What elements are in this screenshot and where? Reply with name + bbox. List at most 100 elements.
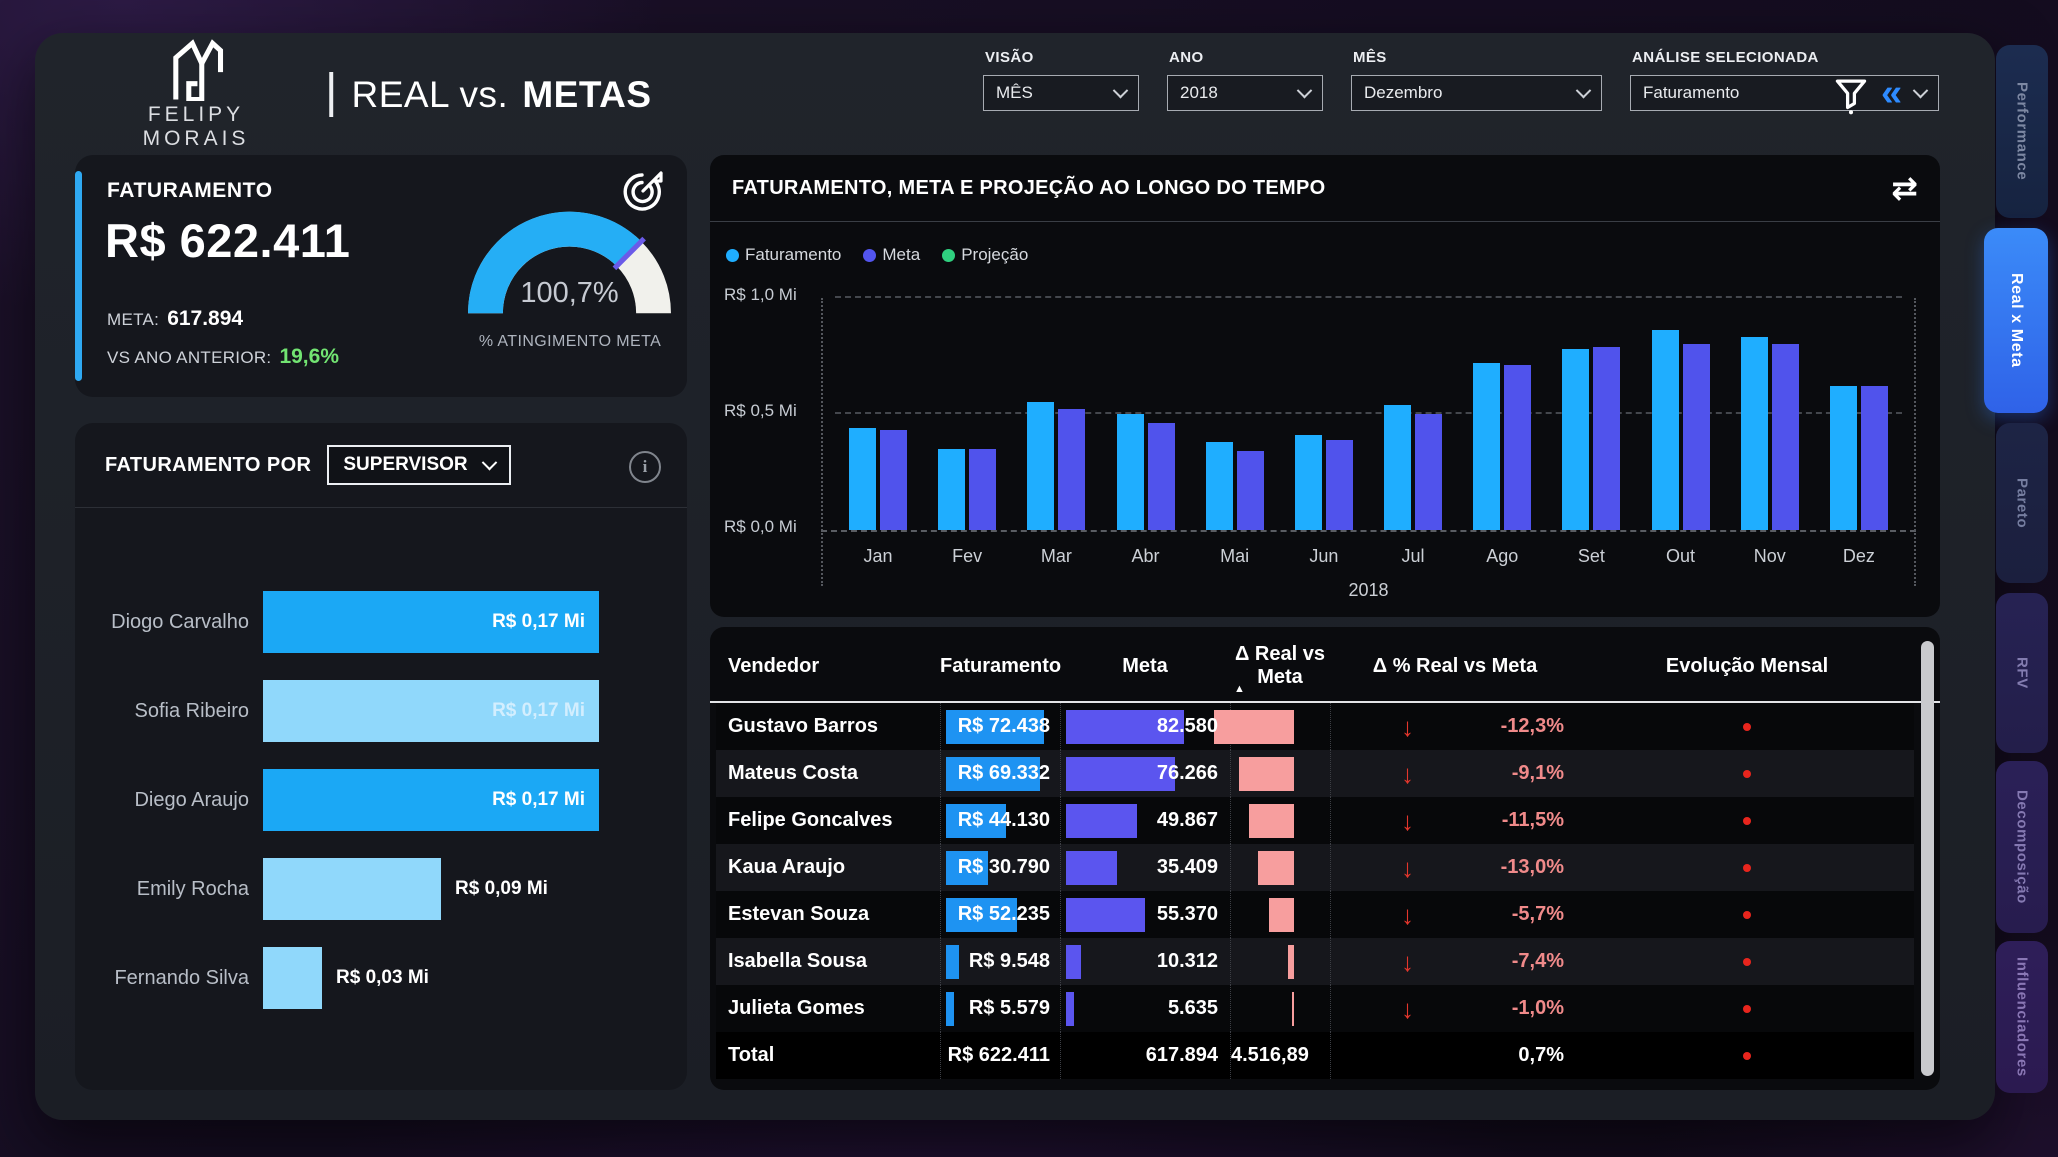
sidebar-tab-pareto[interactable]: Pareto (1996, 423, 2048, 583)
faturamento-cell: R$ 69.332 (940, 750, 1060, 797)
tab-label: Decomposição (2014, 790, 2031, 904)
supervisor-bar-zone: R$ 0,09 Mi (263, 858, 673, 920)
faturamento-bar (1027, 402, 1054, 530)
table-row-mateus-costa: Mateus CostaR$ 69.33276.266↓-9,1% (716, 750, 1914, 797)
sidebar-tab-influenciadores[interactable]: Influenciadores (1996, 941, 2048, 1093)
month-label: Set (1560, 546, 1622, 567)
filter-ano-dropdown[interactable]: 2018 (1167, 75, 1323, 111)
faturamento-cell: R$ 5.579 (940, 985, 1060, 1032)
supervisor-panel: FATURAMENTO POR SUPERVISOR i Diogo Carva… (75, 423, 687, 1090)
delta-cell (1230, 797, 1330, 844)
meta-cell: 49.867 (1060, 797, 1230, 844)
legend-item-meta[interactable]: Meta (863, 245, 920, 265)
filter-mes: MÊS Dezembro (1351, 49, 1602, 111)
meta-value: 5.635 (1061, 985, 1230, 1032)
supervisor-bars: Diogo CarvalhoR$ 0,17 MiSofia RibeiroR$ … (75, 591, 673, 1036)
delta-cell-bar (1258, 851, 1294, 885)
gridline-base (821, 530, 1916, 532)
month-label: Jun (1293, 546, 1355, 567)
evolution-dot-icon (1743, 770, 1751, 778)
table-scrollbar[interactable] (1921, 641, 1934, 1076)
y-axis-tick: R$ 1,0 Mi (724, 285, 797, 305)
meta-bar (1593, 347, 1620, 530)
info-icon[interactable]: i (629, 451, 661, 483)
header-delta-pct[interactable]: Δ % Real vs Meta (1330, 655, 1580, 678)
meta-cell: 10.312 (1060, 938, 1230, 985)
sidebar-tab-real-x-meta[interactable]: Real x Meta (1984, 228, 2048, 413)
filter-visao-dropdown[interactable]: MÊS (983, 75, 1139, 111)
meta-bar (1415, 414, 1442, 530)
chevron-down-icon (1913, 82, 1929, 98)
delta-pct-cell: ↓-5,7% (1330, 891, 1580, 938)
supervisor-bar-zone: R$ 0,17 Mi (263, 591, 673, 653)
legend-label: Meta (882, 245, 920, 265)
sidebar-tab-performance[interactable]: Performance (1996, 45, 2048, 218)
meta-cell: 76.266 (1060, 750, 1230, 797)
supervisor-title: FATURAMENTO POR (105, 454, 311, 477)
filter-analise-value: Faturamento (1643, 83, 1739, 103)
meta-bar (969, 449, 996, 530)
filter-mes-value: Dezembro (1364, 83, 1442, 103)
filter-visao-label: VISÃO (985, 49, 1139, 66)
header-faturamento[interactable]: Faturamento (940, 655, 1060, 678)
delta-cell (1230, 703, 1330, 750)
table-row-kaua-araujo: Kaua AraujoR$ 30.79035.409↓-13,0% (716, 844, 1914, 891)
supervisor-label: Emily Rocha (75, 878, 263, 901)
meta-value: 82.580 (1061, 703, 1230, 750)
sidebar-tab-decomposi-o[interactable]: Decomposição (1996, 761, 2048, 933)
filter-mes-dropdown[interactable]: Dezembro (1351, 75, 1602, 111)
month-group-mai: Mai (1204, 298, 1266, 530)
filter-bar: VISÃO MÊS ANO 2018 MÊS Dezembro ANÁLISE … (983, 49, 1939, 111)
filter-mes-label: MÊS (1353, 49, 1602, 66)
month-group-jan: Jan (847, 298, 909, 530)
supervisor-bar-zone: R$ 0,03 Mi (263, 947, 673, 1009)
gauge-atingimento: 100,7% (467, 205, 672, 323)
delta-cell (1230, 938, 1330, 985)
delta-pct-value: -9,1% (1512, 762, 1580, 785)
kpi-meta-line: META: 617.894 (107, 307, 243, 331)
month-label: Out (1650, 546, 1712, 567)
delta-pct-value: 0,7% (1518, 1044, 1580, 1067)
filter-funnel-icon[interactable] (1833, 77, 1869, 115)
collapse-filters-icon[interactable]: « (1881, 74, 1902, 112)
meta-value: 35.409 (1061, 844, 1230, 891)
header-meta[interactable]: Meta (1060, 655, 1230, 678)
delta-pct-cell: ↓-13,0% (1330, 844, 1580, 891)
vendedor-cell: Gustavo Barros (716, 703, 940, 750)
header-delta[interactable]: Δ Real vs Meta (1230, 643, 1330, 689)
sidebar-tab-rfv[interactable]: RFV (1996, 593, 2048, 753)
evolution-dot-icon (1743, 723, 1751, 731)
vendedor-cell: Felipe Goncalves (716, 797, 940, 844)
meta-bar (1237, 451, 1264, 530)
legend-item-proje-o[interactable]: Projeção (942, 245, 1028, 265)
legend-label: Faturamento (745, 245, 841, 265)
faturamento-bar (938, 449, 965, 530)
delta-pct-value: -12,3% (1501, 715, 1580, 738)
supervisor-value: R$ 0,09 Mi (455, 878, 548, 900)
vendedor-table-panel: Vendedor Faturamento Meta Δ Real vs Meta… (710, 627, 1940, 1090)
header-vendedor[interactable]: Vendedor (716, 655, 940, 678)
swap-axis-icon[interactable]: ⇄ (1891, 172, 1918, 204)
meta-bar (1772, 344, 1799, 530)
y-axis-tick: R$ 0,0 Mi (724, 517, 797, 537)
kpi-card-faturamento: FATURAMENTO R$ 622.411 META: 617.894 VS … (75, 155, 687, 397)
table-row-felipe-goncalves: Felipe GoncalvesR$ 44.13049.867↓-11,5% (716, 797, 1914, 844)
kpi-prev-value: 19,6% (279, 345, 339, 369)
supervisor-dropdown[interactable]: SUPERVISOR (327, 445, 510, 485)
y-axis-tick: R$ 0,5 Mi (724, 401, 797, 421)
header-actions: « (1833, 77, 1902, 115)
delta-pct-value: -13,0% (1501, 856, 1580, 879)
legend-item-faturamento[interactable]: Faturamento (726, 245, 841, 265)
delta-cell-bar (1249, 804, 1294, 838)
header-evolucao[interactable]: Evolução Mensal (1580, 655, 1914, 678)
vendedor-cell: Mateus Costa (716, 750, 940, 797)
month-label: Fev (936, 546, 998, 567)
vendedor-cell: Julieta Gomes (716, 985, 940, 1032)
supervisor-row: Diego AraujoR$ 0,17 Mi (75, 769, 673, 831)
delta-cell-bar (1269, 898, 1294, 932)
kpi-accent-bar (75, 171, 82, 381)
title-pipe: | (325, 64, 337, 119)
trend-down-icon: ↓ (1401, 949, 1414, 975)
tab-label: Pareto (2014, 478, 2031, 528)
delta-cell (1230, 750, 1330, 797)
